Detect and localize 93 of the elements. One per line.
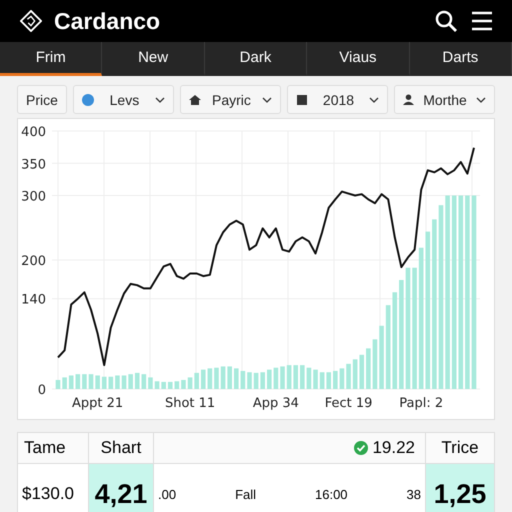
volume-bar bbox=[326, 372, 332, 389]
table-cell: 38 bbox=[406, 486, 421, 502]
y-axis-label: 0 bbox=[38, 383, 46, 398]
volume-bar bbox=[56, 380, 60, 389]
volume-bar bbox=[161, 382, 166, 389]
table-cell: Fall bbox=[235, 486, 256, 502]
volume-bar bbox=[208, 368, 212, 389]
volume-bar bbox=[108, 376, 114, 389]
volume-bar bbox=[76, 374, 80, 389]
volume-bar bbox=[379, 326, 384, 389]
menu-icon[interactable] bbox=[470, 9, 494, 33]
volume-bar bbox=[372, 339, 378, 389]
volume-bar bbox=[352, 359, 358, 389]
volume-bar bbox=[200, 370, 206, 389]
volume-bar bbox=[62, 377, 67, 389]
app-title: Cardanco bbox=[54, 8, 160, 34]
volume-bar bbox=[240, 370, 246, 389]
volume-bar bbox=[320, 372, 324, 389]
volume-bar bbox=[359, 354, 364, 389]
volume-bar bbox=[154, 381, 160, 389]
column-header: Shart bbox=[88, 433, 154, 463]
x-axis-label: Appt 21 bbox=[72, 396, 124, 411]
volume-bar bbox=[148, 377, 153, 389]
column-header: Tame bbox=[23, 437, 67, 459]
volume-bar bbox=[168, 382, 173, 389]
volume-bar bbox=[293, 365, 298, 389]
y-axis-label: 200 bbox=[21, 254, 46, 269]
volume-bar bbox=[214, 368, 219, 389]
volume-bar bbox=[122, 375, 126, 389]
calendar-icon bbox=[296, 94, 308, 106]
logo-icon bbox=[20, 10, 42, 32]
caret-icon bbox=[154, 96, 165, 102]
volume-bar bbox=[300, 365, 305, 389]
y-axis-label: 140 bbox=[21, 292, 46, 308]
volume-bar bbox=[134, 372, 140, 389]
volume-bar bbox=[247, 372, 252, 389]
volume-bar bbox=[254, 372, 258, 389]
table-cell: 4,21 bbox=[88, 464, 154, 512]
volume-bar bbox=[220, 366, 226, 389]
volume-bar bbox=[267, 370, 272, 389]
volume-bar bbox=[95, 375, 100, 389]
price-button[interactable]: Price bbox=[17, 85, 67, 114]
tab[interactable]: Frim bbox=[0, 42, 102, 76]
tab[interactable]: Viaus bbox=[307, 42, 410, 76]
table-cell-text: $130.0 bbox=[21, 483, 75, 505]
volume-bar bbox=[115, 375, 120, 389]
x-axis-label: App 34 bbox=[252, 396, 299, 411]
volume-bar bbox=[188, 377, 192, 389]
volume-bar bbox=[142, 374, 146, 389]
caret-icon bbox=[262, 96, 272, 102]
y-axis-label: 300 bbox=[21, 190, 46, 204]
table-cell: .00 bbox=[158, 486, 176, 502]
volume-bar bbox=[260, 372, 265, 389]
volume-bar bbox=[234, 368, 239, 389]
caret-icon bbox=[369, 96, 379, 102]
volume-bar bbox=[68, 375, 74, 389]
x-axis-label: Fect 19 bbox=[324, 396, 372, 411]
volume-bar bbox=[340, 368, 344, 389]
tab[interactable]: Darts bbox=[410, 42, 512, 76]
x-axis-label: Shot 11 bbox=[164, 396, 216, 411]
volume-bar bbox=[306, 368, 312, 389]
volume-bar bbox=[333, 370, 338, 389]
caret-icon bbox=[476, 96, 486, 102]
filter-dropdown[interactable]: 2018 bbox=[286, 85, 388, 114]
y-axis-label: 350 bbox=[21, 157, 46, 172]
table-cell: 16:00 bbox=[315, 486, 348, 502]
volume-bar bbox=[82, 374, 87, 389]
volume-bar bbox=[227, 366, 232, 389]
volume-bar bbox=[128, 374, 133, 389]
volume-bar bbox=[181, 380, 186, 389]
y-axis-label: 400 bbox=[21, 125, 46, 140]
person-icon bbox=[403, 94, 414, 105]
x-axis-label: Papl: 2 bbox=[399, 396, 444, 411]
volume-bar bbox=[280, 366, 285, 389]
volume-bar bbox=[174, 381, 180, 389]
column-header: Trice bbox=[425, 433, 494, 463]
volume-bar bbox=[366, 348, 371, 389]
column-header: 19.22 bbox=[372, 438, 415, 458]
home-icon bbox=[188, 94, 201, 106]
tab[interactable]: New bbox=[102, 42, 205, 76]
search-icon[interactable] bbox=[434, 9, 458, 33]
table-cell: 1,25 bbox=[425, 464, 494, 512]
volume-bar bbox=[313, 370, 318, 389]
tab[interactable]: Dark bbox=[204, 42, 308, 76]
volume-bar bbox=[194, 372, 199, 389]
volume-bar bbox=[88, 374, 94, 389]
volume-bar bbox=[274, 368, 278, 389]
volume-bar bbox=[346, 364, 351, 389]
volume-bar bbox=[102, 376, 107, 389]
filter-dropdown[interactable]: Levs bbox=[72, 85, 174, 114]
filter-dropdown[interactable]: Morthe bbox=[394, 85, 496, 114]
volume-bar bbox=[286, 365, 292, 389]
filter-dropdown[interactable]: Payric bbox=[180, 85, 281, 114]
